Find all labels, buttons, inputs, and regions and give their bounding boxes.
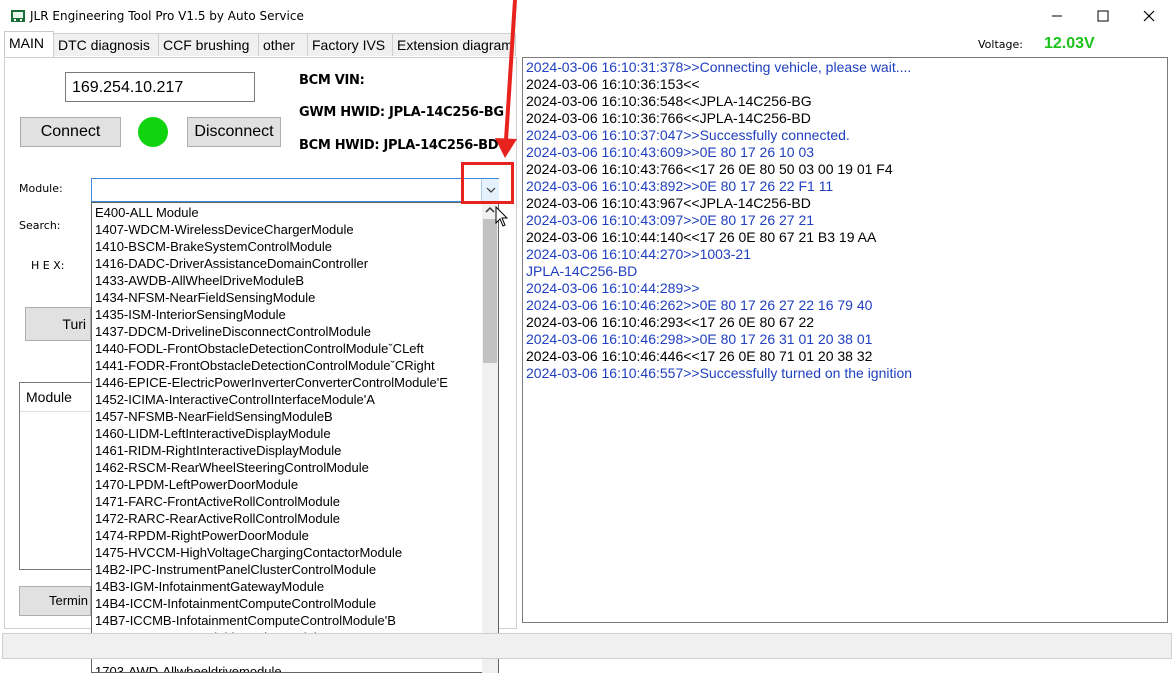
dropdown-option[interactable]: 1441-FODR-FrontObstacleDetectionControlM… [95, 357, 435, 374]
dropdown-option[interactable]: 1460-LIDM-LeftInteractiveDisplayModule [95, 425, 331, 442]
module-label: Module: [19, 182, 63, 195]
log-line: 2024-03-06 16:10:46:262>>0E 80 17 26 27 … [526, 297, 873, 313]
dropdown-option[interactable]: 1457-NFSMB-NearFieldSensingModuleB [95, 408, 333, 425]
log-line: 2024-03-06 16:10:46:298>>0E 80 17 26 31 … [526, 331, 873, 347]
dropdown-option[interactable]: 1416-DADC-DriverAssistanceDomainControll… [95, 255, 368, 272]
connect-button[interactable]: Connect [20, 117, 121, 147]
app-icon [11, 10, 25, 22]
log-line: 2024-03-06 16:10:36:548<<JPLA-14C256-BG [526, 93, 812, 109]
voltage-label: Voltage: [978, 38, 1023, 51]
log-line: 2024-03-06 16:10:46:446<<17 26 0E 80 71 … [526, 348, 873, 364]
dropdown-option[interactable]: 14B3-IGM-InfotainmentGatewayModule [95, 578, 324, 595]
log-line: 2024-03-06 16:10:31:378>>Connecting vehi… [526, 59, 912, 75]
tab-ccf-brushing[interactable]: CCF brushing [158, 33, 261, 56]
log-output: 2024-03-06 16:10:31:378>>Connecting vehi… [522, 57, 1168, 623]
module-dropdown-list: E400-ALL Module 1407-WDCM-WirelessDeviceC… [91, 202, 499, 673]
maximize-button[interactable] [1080, 0, 1126, 32]
dropdown-option[interactable]: 1472-RARC-RearActiveRollControlModule [95, 510, 340, 527]
dropdown-option[interactable]: 1435-ISM-InteriorSensingModule [95, 306, 286, 323]
log-line: 2024-03-06 16:10:43:967<<JPLA-14C256-BD [526, 195, 811, 211]
disconnect-button[interactable]: Disconnect [187, 117, 281, 147]
grid-divider [20, 411, 92, 412]
tab-main[interactable]: MAIN [4, 31, 54, 57]
log-line: JPLA-14C256-BD [526, 263, 638, 279]
dropdown-option[interactable]: 1474-RPDM-RightPowerDoorModule [95, 527, 309, 544]
ip-address-input[interactable]: 169.254.10.217 [65, 72, 255, 102]
maximize-icon [1097, 10, 1109, 22]
dropdown-option[interactable]: 1475-HVCCM-HighVoltageChargingContactorM… [95, 544, 402, 561]
tab-strip: MAIN DTC diagnosis CCF brushing other Fa… [4, 31, 516, 57]
log-line: 2024-03-06 16:10:43:766<<17 26 0E 80 50 … [526, 161, 893, 177]
hex-label: H E X: [31, 259, 65, 272]
dropdown-option[interactable]: 1446-EPICE-ElectricPowerInverterConverte… [95, 374, 448, 391]
dropdown-option[interactable]: 1437-DDCM-DrivelineDisconnectControlModu… [95, 323, 371, 340]
dropdown-option[interactable]: 14B2-IPC-InstrumentPanelClusterControlMo… [95, 561, 376, 578]
module-grid-header: Module [20, 383, 92, 411]
minimize-icon [1052, 15, 1062, 17]
dropdown-option[interactable]: 1440-FODL-FrontObstacleDetectionControlM… [95, 340, 424, 357]
mouse-cursor-icon [495, 206, 509, 227]
tab-factory-ivs[interactable]: Factory IVS [307, 33, 395, 56]
log-line: 2024-03-06 16:10:36:153<< [526, 76, 700, 92]
voltage-value: 12.03V [1044, 35, 1095, 52]
dropdown-option[interactable]: 1433-AWDB-AllWheelDriveModuleB [95, 272, 304, 289]
module-combobox[interactable] [91, 178, 499, 202]
status-bar [2, 633, 1172, 659]
log-line: 2024-03-06 16:10:44:140<<17 26 0E 80 67 … [526, 229, 877, 245]
dropdown-option[interactable]: 1434-NFSM-NearFieldSensingModule [95, 289, 315, 306]
dropdown-option[interactable]: 1452-ICIMA-InteractiveControlInterfaceMo… [95, 391, 375, 408]
dropdown-option[interactable]: 1461-RIDM-RightInteractiveDisplayModule [95, 442, 341, 459]
log-line: 2024-03-06 16:10:46:293<<17 26 0E 80 67 … [526, 314, 815, 330]
log-line: 2024-03-06 16:10:36:766<<JPLA-14C256-BD [526, 110, 811, 126]
terminal-button[interactable]: Termin [19, 586, 91, 616]
search-label: Search: [19, 219, 61, 232]
dropdown-option[interactable]: 1703-AWD-Allwheeldrivemodule [95, 663, 282, 672]
close-button[interactable] [1126, 0, 1172, 32]
log-line: 2024-03-06 16:10:37:047>>Successfully co… [526, 127, 850, 143]
tab-other[interactable]: other [258, 33, 310, 56]
dropdown-option[interactable]: 14B7-ICCMB-InfotainmentComputeControlMod… [95, 612, 396, 629]
dropdown-option[interactable]: 1471-FARC-FrontActiveRollControlModule [95, 493, 340, 510]
annotation-highlight-box [461, 162, 514, 204]
dropdown-option[interactable]: 1470-LPDM-LeftPowerDoorModule [95, 476, 298, 493]
bcm-vin-label: BCM VIN: [299, 73, 365, 88]
minimize-button[interactable] [1034, 0, 1080, 32]
connection-status-indicator [138, 117, 168, 147]
log-line: 2024-03-06 16:10:46:557>>Successfully tu… [526, 365, 913, 381]
log-line: 2024-03-06 16:10:43:609>>0E 80 17 26 10 … [526, 144, 815, 160]
log-line: 2024-03-06 16:10:43:097>>0E 80 17 26 27 … [526, 212, 815, 228]
dropdown-option[interactable]: E400-ALL Module [95, 204, 199, 221]
turn-button[interactable]: Turi [25, 307, 91, 341]
log-line: 2024-03-06 16:10:43:892>>0E 80 17 26 22 … [526, 178, 834, 194]
close-icon [1143, 10, 1155, 22]
dropdown-option[interactable]: 1462-RSCM-RearWheelSteeringControlModule [95, 459, 369, 476]
dropdown-option[interactable]: 14B4-ICCM-InfotainmentComputeControlModu… [95, 595, 376, 612]
log-line: 2024-03-06 16:10:44:289>> [526, 280, 700, 296]
dropdown-scrollbar-thumb[interactable] [483, 219, 497, 363]
window-title: JLR Engineering Tool Pro V1.5 by Auto Se… [30, 9, 304, 23]
dropdown-option[interactable]: 1407-WDCM-WirelessDeviceChargerModule [95, 221, 354, 238]
log-line: 2024-03-06 16:10:44:270>>1003-21 [526, 246, 751, 262]
tab-dtc-diagnosis[interactable]: DTC diagnosis [53, 33, 161, 56]
dropdown-option[interactable]: 1410-BSCM-BrakeSystemControlModule [95, 238, 332, 255]
